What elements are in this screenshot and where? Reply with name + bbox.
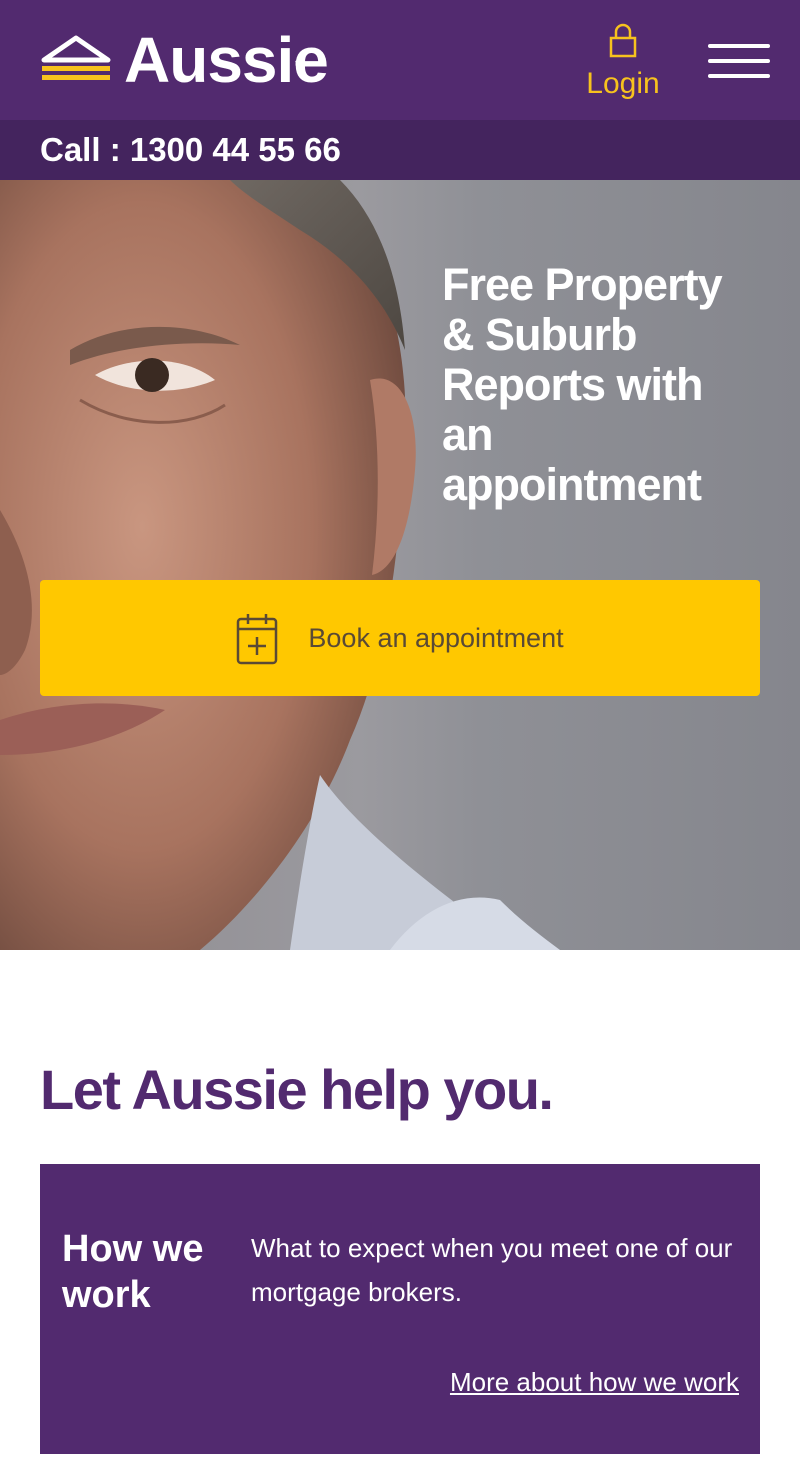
site-header: Aussie tm Login	[0, 0, 800, 120]
house-logo-icon	[41, 35, 111, 80]
logo-wordmark: Aussie tm	[124, 24, 329, 96]
how-we-work-card: How we work What to expect when you meet…	[40, 1164, 760, 1454]
more-about-how-we-work-link[interactable]: More about how we work	[450, 1364, 739, 1400]
hamburger-menu-icon[interactable]	[708, 44, 770, 78]
menu-line	[708, 59, 770, 63]
login-button[interactable]: Login	[580, 22, 666, 106]
login-label: Login	[586, 67, 660, 100]
book-appointment-button[interactable]: Book an appointment	[40, 580, 760, 696]
call-bar: Call : 1300 44 55 66	[0, 120, 800, 180]
menu-line	[708, 74, 770, 78]
trademark-mark: tm	[294, 59, 303, 68]
phone-link[interactable]: Call : 1300 44 55 66	[40, 130, 341, 170]
card-description: What to expect when you meet one of our …	[251, 1233, 733, 1307]
book-appointment-label: Book an appointment	[308, 623, 564, 653]
aussie-logo[interactable]: Aussie tm	[40, 24, 329, 96]
hero-title: Free Property & Suburb Reports with an a…	[442, 259, 723, 510]
menu-line	[708, 44, 770, 48]
calendar-add-icon	[237, 614, 278, 665]
lock-icon	[609, 23, 637, 58]
help-section-title: Let Aussie help you.	[40, 1058, 554, 1121]
hero-banner: Free Property & Suburb Reports with an a…	[0, 180, 800, 950]
card-title: How we work	[62, 1228, 204, 1316]
